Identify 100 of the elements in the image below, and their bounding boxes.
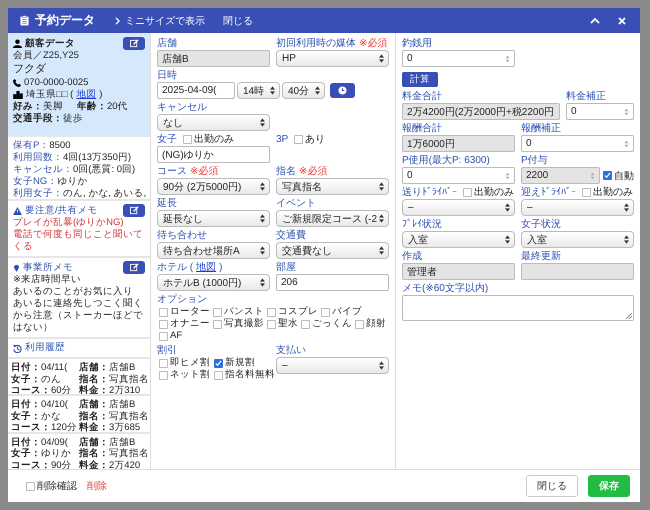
spinner-icon <box>505 54 510 62</box>
delete-link[interactable]: 削除 <box>87 479 107 493</box>
updown-arrow-icon <box>505 203 510 212</box>
checkbox[interactable] <box>159 320 168 328</box>
select-field[interactable]: 入室 <box>521 231 634 248</box>
field-label: 延長 <box>157 197 177 210</box>
map-link[interactable]: 地図 <box>76 89 96 101</box>
phone-icon <box>13 79 21 87</box>
edit-button[interactable] <box>123 204 145 218</box>
checkbox[interactable] <box>267 320 276 328</box>
input-field[interactable]: 206 <box>276 274 389 291</box>
stat-value: のん, かな, あいる, <box>63 188 146 199</box>
hour-select[interactable]: 14時 <box>237 82 280 99</box>
select-field[interactable]: HP <box>276 50 389 67</box>
checkbox[interactable] <box>301 320 310 328</box>
select-field[interactable]: – <box>521 199 634 216</box>
history-entry[interactable]: 日付：04/09( 店舗：店舗B 女子：ゆりか 指名：写真指名 コース：90分 料金：2万420 <box>8 434 150 469</box>
number-field[interactable]: 0 <box>521 135 634 152</box>
checkbox-label: ネット割 <box>170 369 210 381</box>
history-value: 写真指名 <box>109 448 149 460</box>
checkbox[interactable] <box>213 320 222 328</box>
history-value: 04/10( <box>41 399 68 410</box>
close-button[interactable]: 閉じる <box>526 475 578 497</box>
mini-size-link[interactable]: ミニサイズで表示 <box>115 14 205 28</box>
checkbox[interactable] <box>582 188 591 197</box>
checkbox[interactable] <box>159 308 168 316</box>
checkbox-label: 聖水 <box>278 318 298 330</box>
select-field[interactable]: 入室 <box>402 231 515 248</box>
checkbox[interactable] <box>463 188 472 197</box>
select-field[interactable]: なし <box>157 114 270 131</box>
field-label: 作成 <box>402 250 422 263</box>
number-field[interactable]: 2200 <box>521 167 600 184</box>
history-value: 店舗B <box>109 362 136 374</box>
select-field[interactable]: ホテルB (1000円) <box>157 274 270 291</box>
select-field[interactable]: – <box>402 199 515 216</box>
checkbox-label: ローター <box>170 306 210 318</box>
stat-value: 4回(13万350円) <box>63 152 132 163</box>
history-label: 日付： <box>11 436 41 448</box>
field-label: 女子 <box>157 133 177 146</box>
calculate-button[interactable]: 計算 <box>402 72 438 87</box>
checkbox-label: 顔射 <box>366 318 386 330</box>
memo-text: あいるのことがお気に入り <box>13 286 134 298</box>
buildings-icon <box>13 91 23 99</box>
select-field[interactable]: 延長なし <box>157 210 270 227</box>
checkbox[interactable] <box>183 135 192 144</box>
checkbox[interactable] <box>267 308 276 316</box>
close-icon[interactable] <box>618 16 626 24</box>
customer-name: フクダ <box>13 62 48 77</box>
close-link[interactable]: 閉じる <box>223 14 253 28</box>
field-label: 3P <box>276 133 288 146</box>
number-field[interactable]: 0 <box>402 50 515 67</box>
input-field[interactable]: (NG)ゆりか <box>157 146 270 163</box>
chevron-up-icon[interactable] <box>590 18 600 24</box>
history-label: 店舗： <box>79 362 109 374</box>
checkbox[interactable] <box>159 332 168 340</box>
checkbox[interactable] <box>603 171 612 180</box>
updown-arrow-icon <box>379 54 384 63</box>
memo-textarea[interactable] <box>402 295 634 321</box>
spinner-icon <box>624 140 629 148</box>
select-field[interactable]: 90分 (2万5000円) <box>157 178 270 195</box>
history-entry[interactable]: 日付：04/11( 店舗：店舗B 女子：のん 指名：写真指名 コース：60分 料金：2万310 <box>8 359 150 394</box>
field-label: 割引 <box>157 344 177 357</box>
checkbox[interactable] <box>159 370 168 380</box>
checkbox[interactable] <box>355 320 364 328</box>
select-field[interactable]: – <box>276 357 389 374</box>
clock-button[interactable] <box>330 83 355 98</box>
checkbox-label: あり <box>305 133 326 146</box>
select-field[interactable]: ご新規限定コース (-2 <box>276 210 389 227</box>
select-field[interactable]: 待ち合わせ場所A <box>157 242 270 259</box>
checkbox[interactable] <box>214 358 223 368</box>
select-field[interactable]: 交通費なし <box>276 242 389 259</box>
minute-select[interactable]: 40分 <box>282 82 325 99</box>
checkbox[interactable] <box>213 308 222 316</box>
checkbox[interactable] <box>294 135 304 144</box>
checkbox[interactable] <box>214 370 223 380</box>
updown-arrow-icon <box>624 203 629 212</box>
number-field[interactable]: 0 <box>402 167 515 184</box>
checkbox[interactable] <box>26 482 35 490</box>
edit-button[interactable] <box>123 37 145 50</box>
updown-arrow-icon <box>260 182 265 191</box>
updown-arrow-icon <box>379 214 384 223</box>
history-entry[interactable]: 日付：04/10( 店舗：店舗B 女子：かな 指名：写真指名 コース：120分 料金：3万685 <box>8 396 150 432</box>
history-label: 指名： <box>79 448 109 460</box>
map-link[interactable]: 地図 <box>196 261 216 274</box>
checkbox-label: バイブ <box>332 306 362 318</box>
number-field[interactable]: 0 <box>566 103 634 120</box>
checkbox[interactable] <box>159 358 168 368</box>
spinner-icon <box>505 172 510 180</box>
member-text: 会員／Z25,Y25 <box>13 50 80 62</box>
edit-button[interactable] <box>123 261 145 274</box>
field-label: 指名 <box>276 165 296 178</box>
readonly-field: 2万4200円(2万2000円+税2200円 <box>402 103 560 120</box>
date-field[interactable]: 2025-04-09( <box>157 82 235 99</box>
history-value: 120分 <box>51 422 77 432</box>
select-field[interactable]: 写真指名 <box>276 178 389 195</box>
history-label: コース： <box>11 385 51 394</box>
required-mark: ※必須 <box>359 37 388 50</box>
checkbox[interactable] <box>321 308 330 316</box>
field-label: 女子状況 <box>521 218 561 231</box>
history-value: 写真指名 <box>109 374 149 385</box>
